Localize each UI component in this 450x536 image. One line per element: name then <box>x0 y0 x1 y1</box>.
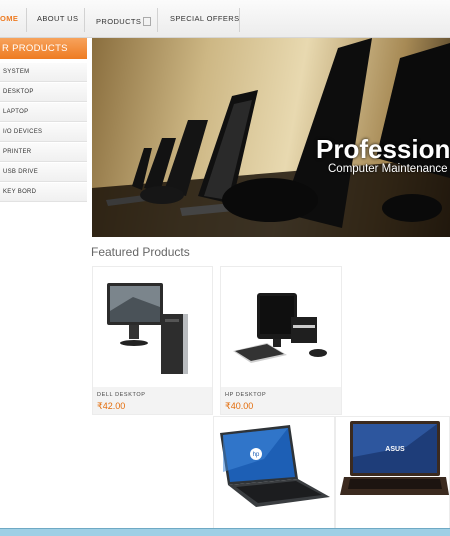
nav-special-offers[interactable]: SPECIAL OFFERS <box>170 14 240 23</box>
hp-desktop-image <box>233 293 327 363</box>
nav-home[interactable]: OME <box>0 14 18 23</box>
nav-products[interactable]: PRODUCTS <box>96 17 152 26</box>
nav-products-label: PRODUCTS <box>96 17 142 26</box>
featured-heading: Featured Products <box>91 245 190 259</box>
product-card-hp-laptop[interactable]: hp <box>213 416 335 532</box>
category-usb-drive[interactable]: USB DRIVE <box>0 163 87 182</box>
product-card-dell-desktop[interactable]: DELL DESKTOP ₹42.00 <box>92 266 213 415</box>
product-name[interactable]: HP DESKTOP <box>225 392 266 398</box>
svg-text:hp: hp <box>253 452 260 458</box>
dell-desktop-image <box>107 283 188 374</box>
nav-divider <box>157 8 158 32</box>
category-laptop[interactable]: LAPTOP <box>0 103 87 122</box>
category-list: SYSTEM DESKTOP LAPTOP I/O DEVICES PRINTE… <box>0 63 87 203</box>
category-desktop[interactable]: DESKTOP <box>0 83 87 102</box>
hp-laptop-image: hp <box>220 425 330 507</box>
banner-title: Professional <box>316 134 450 164</box>
top-navigation: OME ABOUT US PRODUCTS SPECIAL OFFERS <box>0 0 450 38</box>
product-card-asus-laptop[interactable]: ASUS <box>335 416 450 532</box>
product-price: ₹42.00 <box>97 401 126 411</box>
category-system[interactable]: SYSTEM <box>0 63 87 82</box>
nav-about-us[interactable]: ABOUT US <box>37 14 78 23</box>
categories-heading: R PRODUCTS <box>0 38 87 59</box>
nav-divider <box>26 8 27 32</box>
banner-subtitle: Computer Maintenance <box>328 163 448 175</box>
svg-text:ASUS: ASUS <box>385 446 405 453</box>
category-io-devices[interactable]: I/O DEVICES <box>0 123 87 142</box>
category-keyboard[interactable]: KEY BORD <box>0 183 87 202</box>
asus-laptop-image: ASUS <box>340 421 449 495</box>
nav-divider <box>84 8 85 32</box>
page-icon <box>143 17 152 26</box>
product-info: HP DESKTOP ₹40.00 <box>221 387 341 414</box>
category-printer[interactable]: PRINTER <box>0 143 87 162</box>
product-price: ₹40.00 <box>225 401 254 411</box>
product-name[interactable]: DELL DESKTOP <box>97 392 145 398</box>
nav-divider <box>239 8 240 32</box>
product-info: DELL DESKTOP ₹42.00 <box>93 387 212 414</box>
hero-banner[interactable]: Professional Computer Maintenance <box>92 38 450 237</box>
product-card-hp-desktop[interactable]: HP DESKTOP ₹40.00 <box>220 266 342 415</box>
